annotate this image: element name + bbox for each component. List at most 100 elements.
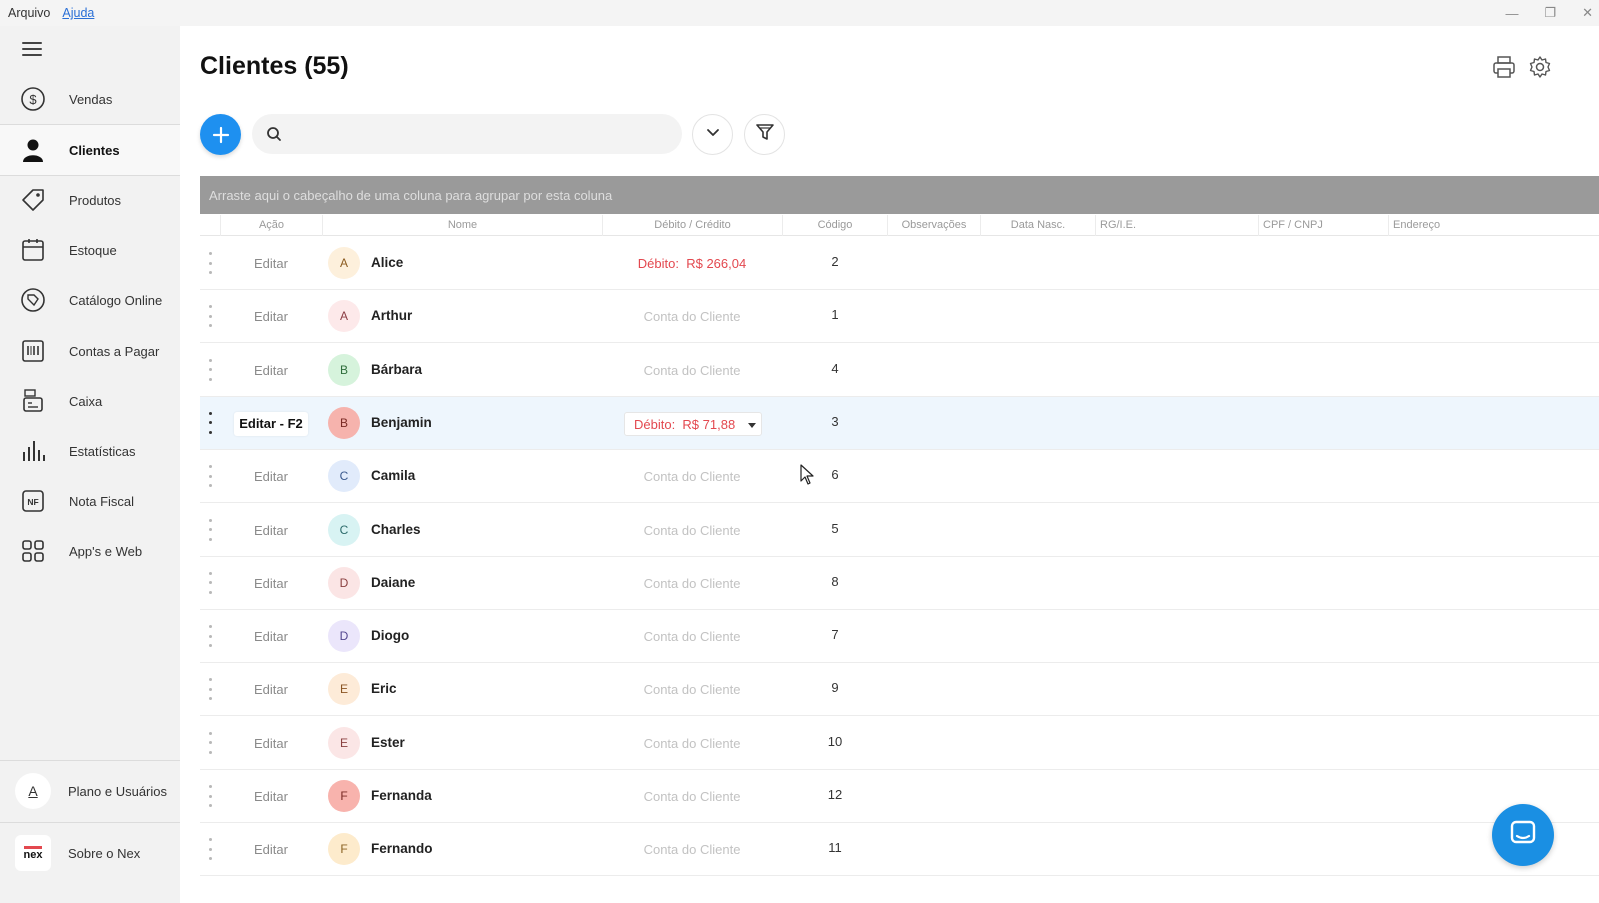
- filter-button[interactable]: [744, 114, 785, 155]
- avatar: A: [328, 247, 360, 279]
- column-header-observacoes[interactable]: Observações: [887, 215, 980, 236]
- row-menu-icon[interactable]: [205, 571, 215, 594]
- column-header-codigo[interactable]: Código: [782, 215, 887, 236]
- menu-help[interactable]: Ajuda: [54, 6, 98, 20]
- row-menu-icon[interactable]: [205, 411, 215, 434]
- client-code: 3: [831, 413, 839, 429]
- edit-button[interactable]: Editar: [234, 838, 308, 862]
- column-header-acao[interactable]: Ação: [220, 215, 322, 236]
- edit-button[interactable]: Editar: [234, 732, 308, 756]
- table-row[interactable]: Editar F Fernando Conta do Cliente 11: [200, 823, 1599, 877]
- edit-button[interactable]: Editar: [234, 572, 308, 596]
- row-menu-icon[interactable]: [205, 252, 215, 274]
- print-icon[interactable]: [1491, 54, 1517, 80]
- table-row[interactable]: Editar F Fernanda Conta do Cliente 12: [200, 770, 1599, 823]
- row-menu-icon[interactable]: [205, 358, 215, 381]
- row-menu-icon[interactable]: [205, 518, 215, 541]
- sidebar-item-sobre-o-nex[interactable]: nex Sobre o Nex: [0, 828, 180, 878]
- table-row[interactable]: Editar E Ester Conta do Cliente 10: [200, 717, 1599, 770]
- sidebar-item-label: Plano e Usuários: [68, 783, 167, 799]
- sidebar-item-catalogo-online[interactable]: Catálogo Online: [0, 275, 180, 325]
- row-menu-icon[interactable]: [205, 625, 215, 648]
- group-by-drop-area[interactable]: Arraste aqui o cabeçalho de uma coluna p…: [200, 176, 1599, 214]
- sidebar-item-clientes[interactable]: Clientes: [0, 125, 180, 175]
- balance-text: Conta do Cliente: [643, 629, 741, 645]
- restore-button[interactable]: ❐: [1544, 5, 1556, 21]
- row-menu-icon[interactable]: [205, 465, 215, 488]
- sidebar-item-estatisticas[interactable]: Estatísticas: [0, 426, 180, 476]
- sidebar: $ Vendas Clientes Produtos Estoque Catál…: [0, 26, 180, 903]
- edit-button[interactable]: Editar: [234, 519, 308, 543]
- search-input[interactable]: [292, 122, 672, 146]
- row-menu-icon[interactable]: [205, 731, 215, 754]
- table-row[interactable]: Editar C Charles Conta do Cliente 5: [200, 504, 1599, 557]
- sidebar-item-label: Sobre o Nex: [68, 845, 141, 861]
- sidebar-item-caixa[interactable]: Caixa: [0, 376, 180, 426]
- grid-header: Ação Nome Débito / Crédito Código Observ…: [200, 215, 1599, 236]
- edit-button[interactable]: Editar: [234, 625, 308, 649]
- balance-text: Conta do Cliente: [643, 842, 741, 858]
- sidebar-item-vendas[interactable]: $ Vendas: [0, 74, 180, 124]
- column-header-endereco[interactable]: Endereço: [1388, 215, 1599, 236]
- table-row[interactable]: Editar A Arthur Conta do Cliente 1: [200, 290, 1599, 344]
- column-header-rg-ie[interactable]: RG/I.E.: [1095, 215, 1258, 236]
- minimize-button[interactable]: —: [1505, 6, 1518, 21]
- avatar: F: [328, 780, 360, 812]
- menu-file[interactable]: Arquivo: [0, 6, 54, 20]
- sidebar-item-apps-e-web[interactable]: App's e Web: [0, 526, 180, 576]
- balance-text: Conta do Cliente: [643, 682, 741, 698]
- client-name: Alice: [371, 255, 404, 270]
- filter-icon: [755, 122, 775, 147]
- avatar: B: [328, 353, 360, 386]
- table-row[interactable]: Editar C Camila Conta do Cliente 6: [200, 450, 1599, 504]
- column-header-debito-credito[interactable]: Débito / Crédito: [602, 215, 782, 236]
- client-code: 8: [831, 573, 839, 589]
- column-header-cpf-cnpj[interactable]: CPF / CNPJ: [1258, 215, 1388, 236]
- edit-button[interactable]: Editar: [234, 465, 308, 489]
- row-menu-icon[interactable]: [205, 678, 215, 701]
- row-menu-icon[interactable]: [205, 785, 215, 807]
- column-header-nome[interactable]: Nome: [322, 215, 602, 236]
- edit-button[interactable]: Editar: [234, 252, 308, 276]
- sidebar-item-label: Nota Fiscal: [69, 493, 135, 509]
- column-header-data-nasc[interactable]: Data Nasc.: [980, 215, 1095, 236]
- close-button[interactable]: ✕: [1582, 5, 1593, 21]
- expand-button[interactable]: [692, 114, 733, 155]
- edit-button[interactable]: Editar: [234, 305, 308, 329]
- edit-button[interactable]: Editar: [234, 359, 308, 383]
- balance-dropdown[interactable]: Débito: R$ 71,88: [624, 411, 762, 436]
- balance-cell: Conta do Cliente: [604, 838, 780, 862]
- table-row[interactable]: Editar E Eric Conta do Cliente 9: [200, 663, 1599, 717]
- sidebar-item-plano-e-usuarios[interactable]: A Plano e Usuários: [0, 766, 180, 816]
- balance-text: Conta do Cliente: [643, 522, 741, 538]
- balance-cell: Conta do Cliente: [604, 625, 780, 649]
- balance-text: Conta do Cliente: [643, 309, 741, 325]
- table-row[interactable]: Editar - F2 B Benjamin Débito: R$ 71,88 3: [200, 396, 1599, 450]
- row-menu-icon[interactable]: [205, 305, 215, 328]
- gear-icon[interactable]: [1527, 54, 1553, 80]
- chat-button[interactable]: [1492, 804, 1554, 866]
- avatar: B: [328, 406, 360, 439]
- window-controls: — ❐ ✕: [1505, 0, 1593, 26]
- balance-text: Conta do Cliente: [643, 362, 741, 378]
- edit-button[interactable]: Editar: [234, 785, 308, 809]
- table-row[interactable]: Editar D Diogo Conta do Cliente 7: [200, 610, 1599, 664]
- mouse-cursor-icon: [800, 464, 816, 491]
- hamburger-menu-icon[interactable]: [22, 42, 42, 56]
- edit-button[interactable]: Editar: [234, 678, 308, 702]
- avatar: C: [328, 460, 360, 493]
- sidebar-item-nota-fiscal[interactable]: NF Nota Fiscal: [0, 476, 180, 526]
- balance-cell: Conta do Cliente: [604, 785, 780, 809]
- client-code: 10: [827, 733, 843, 749]
- row-menu-icon[interactable]: [205, 838, 215, 861]
- sidebar-item-produtos[interactable]: Produtos: [0, 175, 180, 225]
- sidebar-item-estoque[interactable]: Estoque: [0, 225, 180, 275]
- sidebar-item-contas-a-pagar[interactable]: Contas a Pagar: [0, 326, 180, 376]
- table-row[interactable]: Editar B Bárbara Conta do Cliente 4: [200, 344, 1599, 397]
- table-row[interactable]: Editar D Daiane Conta do Cliente 8: [200, 557, 1599, 610]
- add-client-button[interactable]: [200, 114, 241, 155]
- balance-cell: Conta do Cliente: [604, 305, 780, 329]
- client-name: Fernando: [371, 841, 433, 857]
- table-row[interactable]: Editar A Alice Débito: R$ 266,04 2: [200, 237, 1599, 290]
- edit-button[interactable]: Editar - F2: [234, 411, 308, 436]
